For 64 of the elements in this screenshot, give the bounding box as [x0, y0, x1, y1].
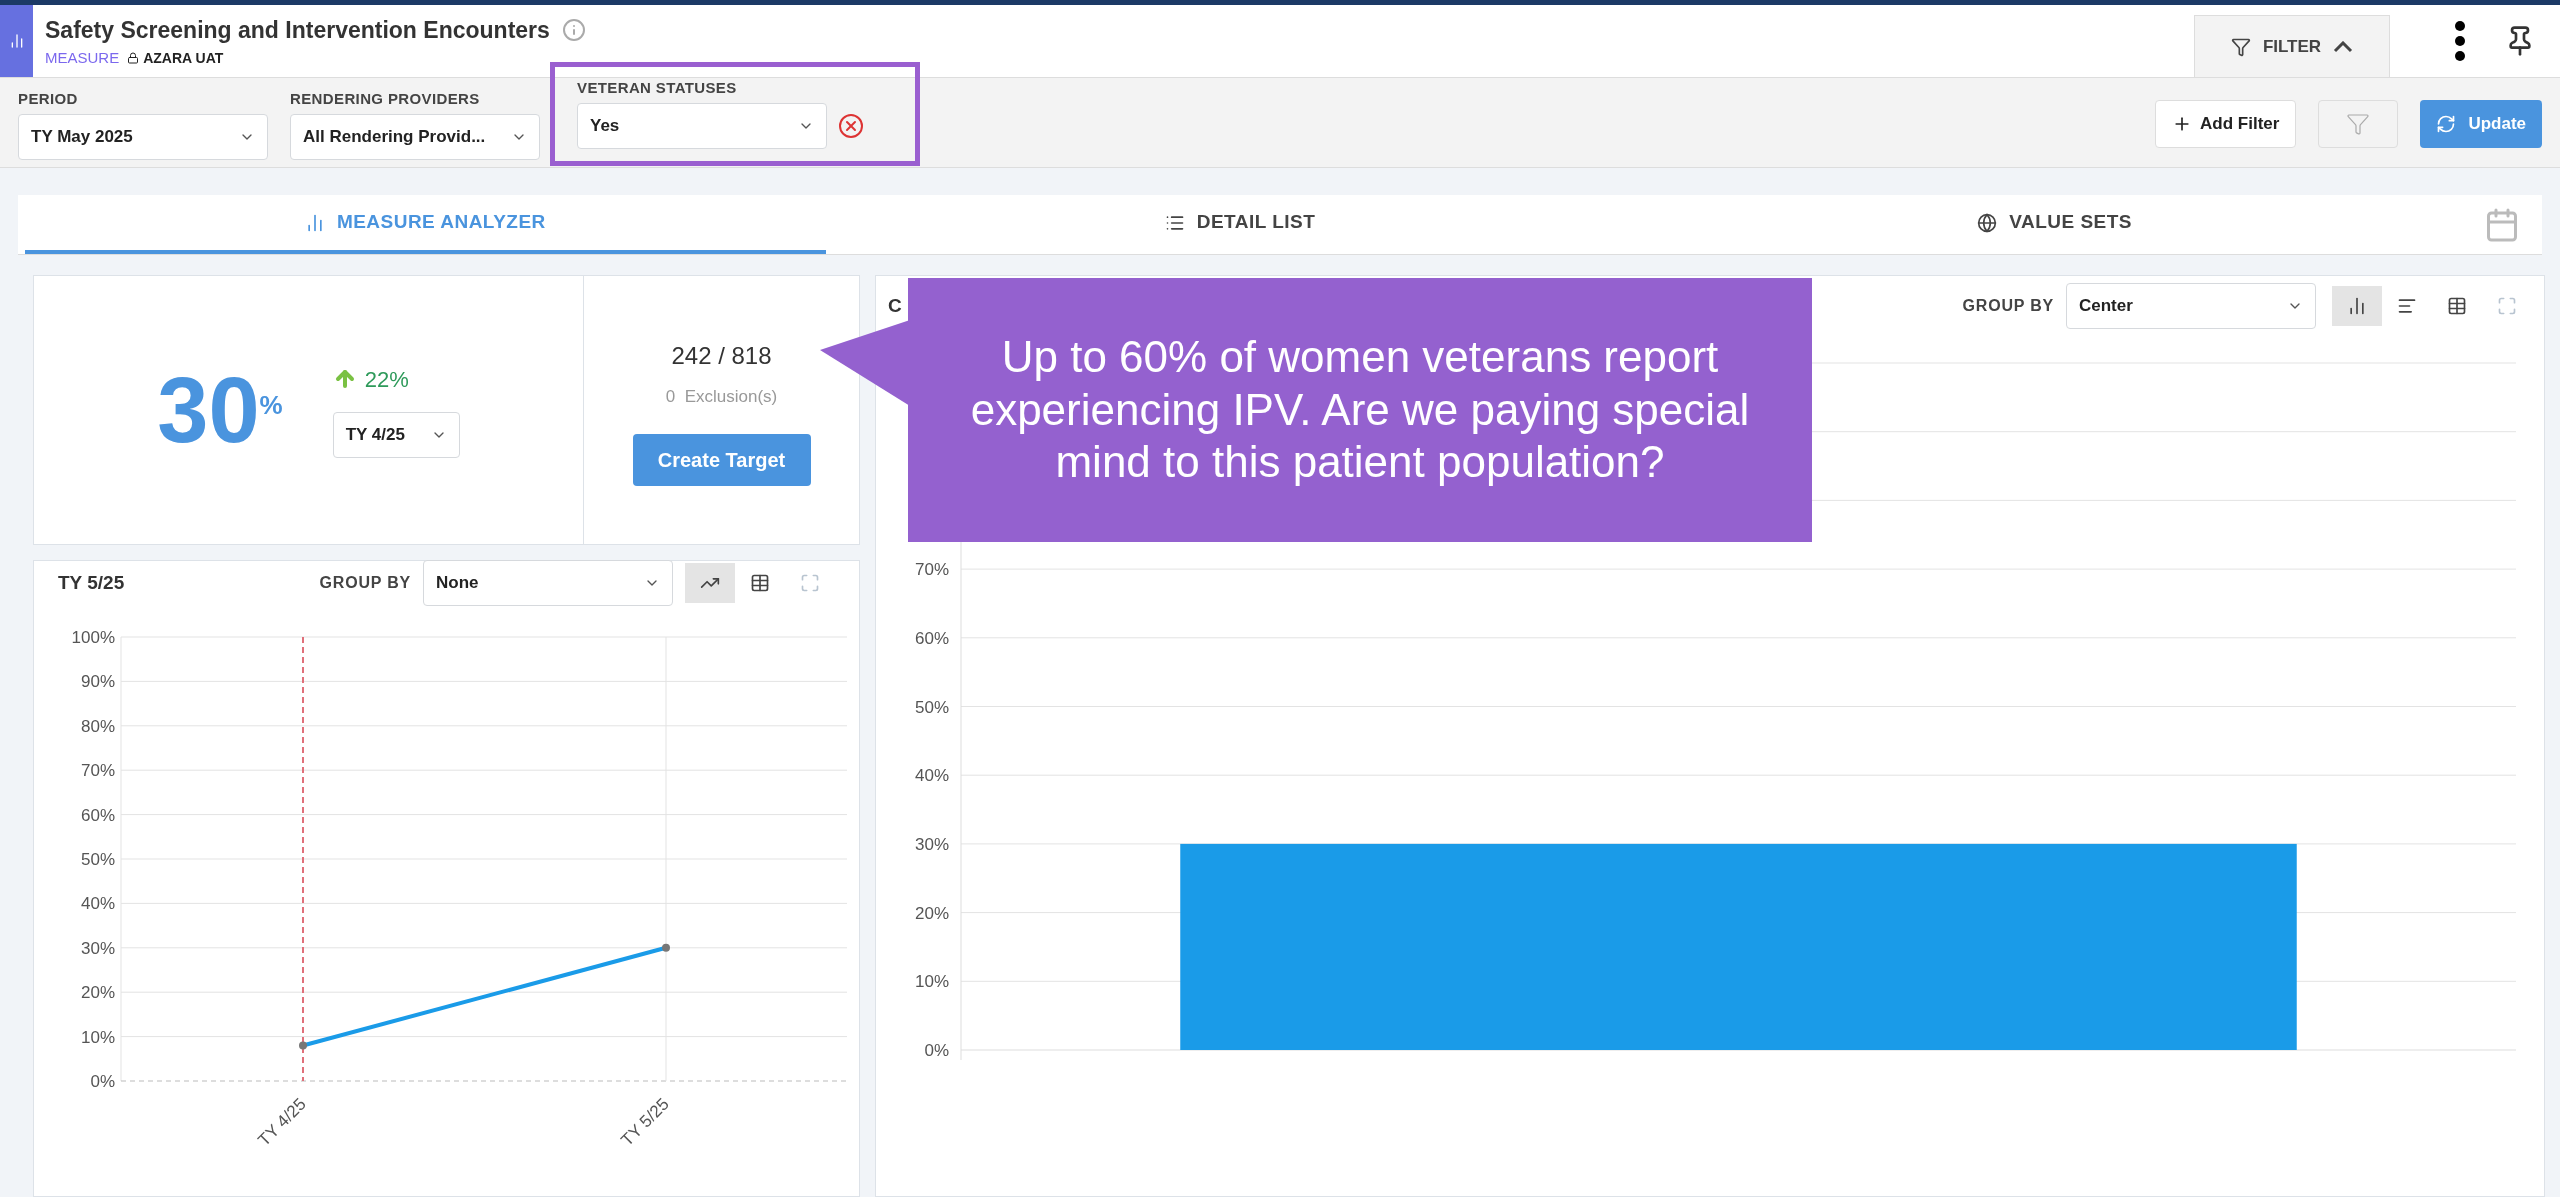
axis-tick-label: 90% [80, 672, 115, 692]
workspace-label: AZARA UAT [143, 48, 224, 68]
add-filter-button[interactable]: Add Filter [2155, 100, 2297, 148]
filter-label: VETERAN STATUSES [577, 78, 738, 98]
filter-dropdown[interactable]: All Rendering Provid... [290, 113, 540, 160]
table-icon [2447, 296, 2467, 316]
change-value: 22% [364, 365, 409, 394]
bar-chart-icon [2347, 296, 2367, 316]
rate-unit: % [259, 390, 283, 420]
data-point [299, 1041, 307, 1050]
axis-tick-label: 20% [80, 983, 115, 1003]
group-by-dropdown[interactable]: Center [2066, 283, 2316, 329]
tab[interactable]: DETAIL LIST [839, 195, 1641, 254]
axis-tick-label: 0% [924, 1041, 949, 1060]
axis-tick-label: 50% [914, 697, 949, 717]
globe-icon [1977, 212, 1998, 233]
axis-tick-label: 40% [80, 894, 115, 914]
lock-icon [127, 52, 140, 65]
card-title: C [888, 293, 902, 318]
tab[interactable]: VALUE SETS [1654, 195, 2455, 254]
data-point [662, 943, 670, 952]
table-icon [750, 573, 770, 593]
axis-tick-label: 10% [914, 972, 949, 992]
remove-filter-button[interactable] [839, 113, 863, 138]
horizontal-bars-icon [2397, 296, 2417, 316]
axis-tick-label: 100% [71, 628, 115, 647]
more-icon[interactable] [2454, 21, 2466, 61]
axis-tick-label: 20% [914, 903, 949, 923]
axis-tick-label: 60% [80, 805, 115, 825]
refresh-icon [2436, 114, 2457, 134]
exclusions-text: 0 Exclusion(s) [665, 386, 778, 408]
axis-tick-label: 40% [914, 766, 949, 786]
expand-icon [800, 573, 820, 593]
axis-tick-label: 0% [90, 1072, 115, 1091]
rate-value: 30 [157, 364, 260, 456]
filter-label: PERIOD [18, 89, 79, 109]
chevron-up-icon [2333, 40, 2354, 53]
group-by-dropdown[interactable]: None [423, 560, 673, 606]
ratio-value: 242 / 818 [671, 341, 772, 371]
group-by-label: GROUP BY [319, 573, 411, 593]
axis-tick-label: 60% [914, 628, 949, 648]
group-by-label: GROUP BY [1962, 296, 2054, 316]
page-title: Safety Screening and Intervention Encounters [45, 15, 550, 45]
filter-label: RENDERING PROVIDERS [290, 89, 481, 109]
expand-icon [2497, 296, 2517, 316]
axis-tick-label: TY 4/25 [254, 1094, 310, 1150]
compare-period-dropdown[interactable]: TY 4/25 [332, 411, 460, 458]
axis-tick-label: 10% [80, 1027, 115, 1047]
filter-dropdown[interactable]: TY May 2025 [18, 113, 268, 160]
filter-icon [2230, 36, 2251, 57]
axis-tick-label: 70% [914, 560, 949, 580]
line-chart-view-button[interactable] [685, 563, 735, 603]
type-label: MEASURE [45, 48, 120, 68]
bar-chart-view-button[interactable] [2332, 286, 2382, 326]
filter-dropdown[interactable]: Yes [577, 102, 827, 149]
axis-tick-label: 70% [80, 761, 115, 781]
axis-tick-label: 50% [80, 850, 115, 869]
callout-text: Up to 60% of women veterans report experiencing IPV. Are we paying special mind to this patient population? [969, 330, 1751, 489]
funnel-icon [2346, 112, 2371, 136]
filter-toggle-tab[interactable]: FILTER [2194, 15, 2390, 77]
axis-tick-label: 30% [80, 938, 115, 958]
card-title: TY 5/25 [58, 570, 125, 595]
axis-tick-label: 30% [914, 834, 949, 854]
axis-tick-label: 80% [80, 716, 115, 736]
